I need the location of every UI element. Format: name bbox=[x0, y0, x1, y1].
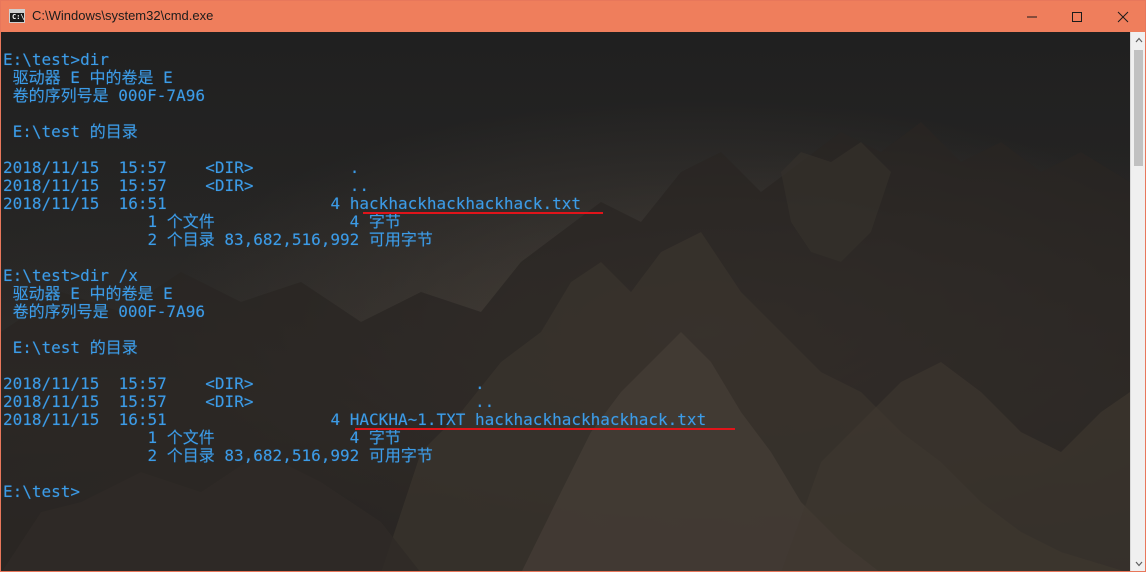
console-line: E:\test 的目录 bbox=[3, 338, 138, 357]
console-line: 2018/11/15 15:57 <DIR> .. bbox=[3, 392, 495, 411]
close-icon bbox=[1117, 11, 1129, 22]
console-line: 卷的序列号是 000F-7A96 bbox=[3, 86, 205, 105]
scroll-up-button[interactable] bbox=[1131, 32, 1145, 48]
console-line: 卷的序列号是 000F-7A96 bbox=[3, 302, 205, 321]
highlight-underline bbox=[355, 428, 735, 430]
console-line: 驱动器 E 中的卷是 E bbox=[3, 68, 173, 87]
cmd-window: C:\ C:\Windows\system32\cmd.exe E:\test>… bbox=[0, 0, 1146, 572]
scroll-thumb[interactable] bbox=[1134, 50, 1143, 166]
console-line: E:\test 的目录 bbox=[3, 122, 138, 141]
console-line: E:\test>dir bbox=[3, 50, 109, 69]
chevron-down-icon bbox=[1135, 561, 1143, 567]
console-line: 2018/11/15 16:51 4 HACKHA~1.TXT hackhack… bbox=[3, 410, 707, 429]
minimize-icon bbox=[1027, 16, 1037, 17]
console-line: 1 个文件 4 字节 bbox=[3, 428, 401, 447]
cmd-icon[interactable]: C:\ bbox=[9, 9, 25, 23]
console-line: 2 个目录 83,682,516,992 可用字节 bbox=[3, 230, 433, 249]
title-bar[interactable]: C:\ C:\Windows\system32\cmd.exe bbox=[1, 1, 1145, 32]
maximize-button[interactable] bbox=[1054, 1, 1100, 32]
maximize-icon bbox=[1072, 11, 1082, 22]
minimize-button[interactable] bbox=[1009, 1, 1055, 32]
console-line: 驱动器 E 中的卷是 E bbox=[3, 284, 173, 303]
console-line: 2018/11/15 15:57 <DIR> . bbox=[3, 158, 360, 177]
console-area[interactable]: E:\test>dir 驱动器 E 中的卷是 E 卷的序列号是 000F-7A9… bbox=[1, 32, 1130, 571]
console-line: 2018/11/15 16:51 4 hackhackhackhackhack.… bbox=[3, 194, 581, 213]
console-line: 2018/11/15 15:57 <DIR> . bbox=[3, 374, 485, 393]
console-line: 1 个文件 4 字节 bbox=[3, 212, 401, 231]
close-button[interactable] bbox=[1100, 1, 1145, 32]
vertical-scrollbar[interactable] bbox=[1130, 32, 1145, 571]
highlight-underline bbox=[363, 212, 603, 214]
window-title: C:\Windows\system32\cmd.exe bbox=[32, 8, 214, 23]
console-line: E:\test>dir /x bbox=[3, 266, 138, 285]
console-line: 2018/11/15 15:57 <DIR> .. bbox=[3, 176, 370, 195]
console-line: 2 个目录 83,682,516,992 可用字节 bbox=[3, 446, 433, 465]
scroll-down-button[interactable] bbox=[1131, 556, 1145, 571]
chevron-up-icon bbox=[1135, 37, 1143, 43]
console-line: E:\test> bbox=[3, 482, 81, 501]
